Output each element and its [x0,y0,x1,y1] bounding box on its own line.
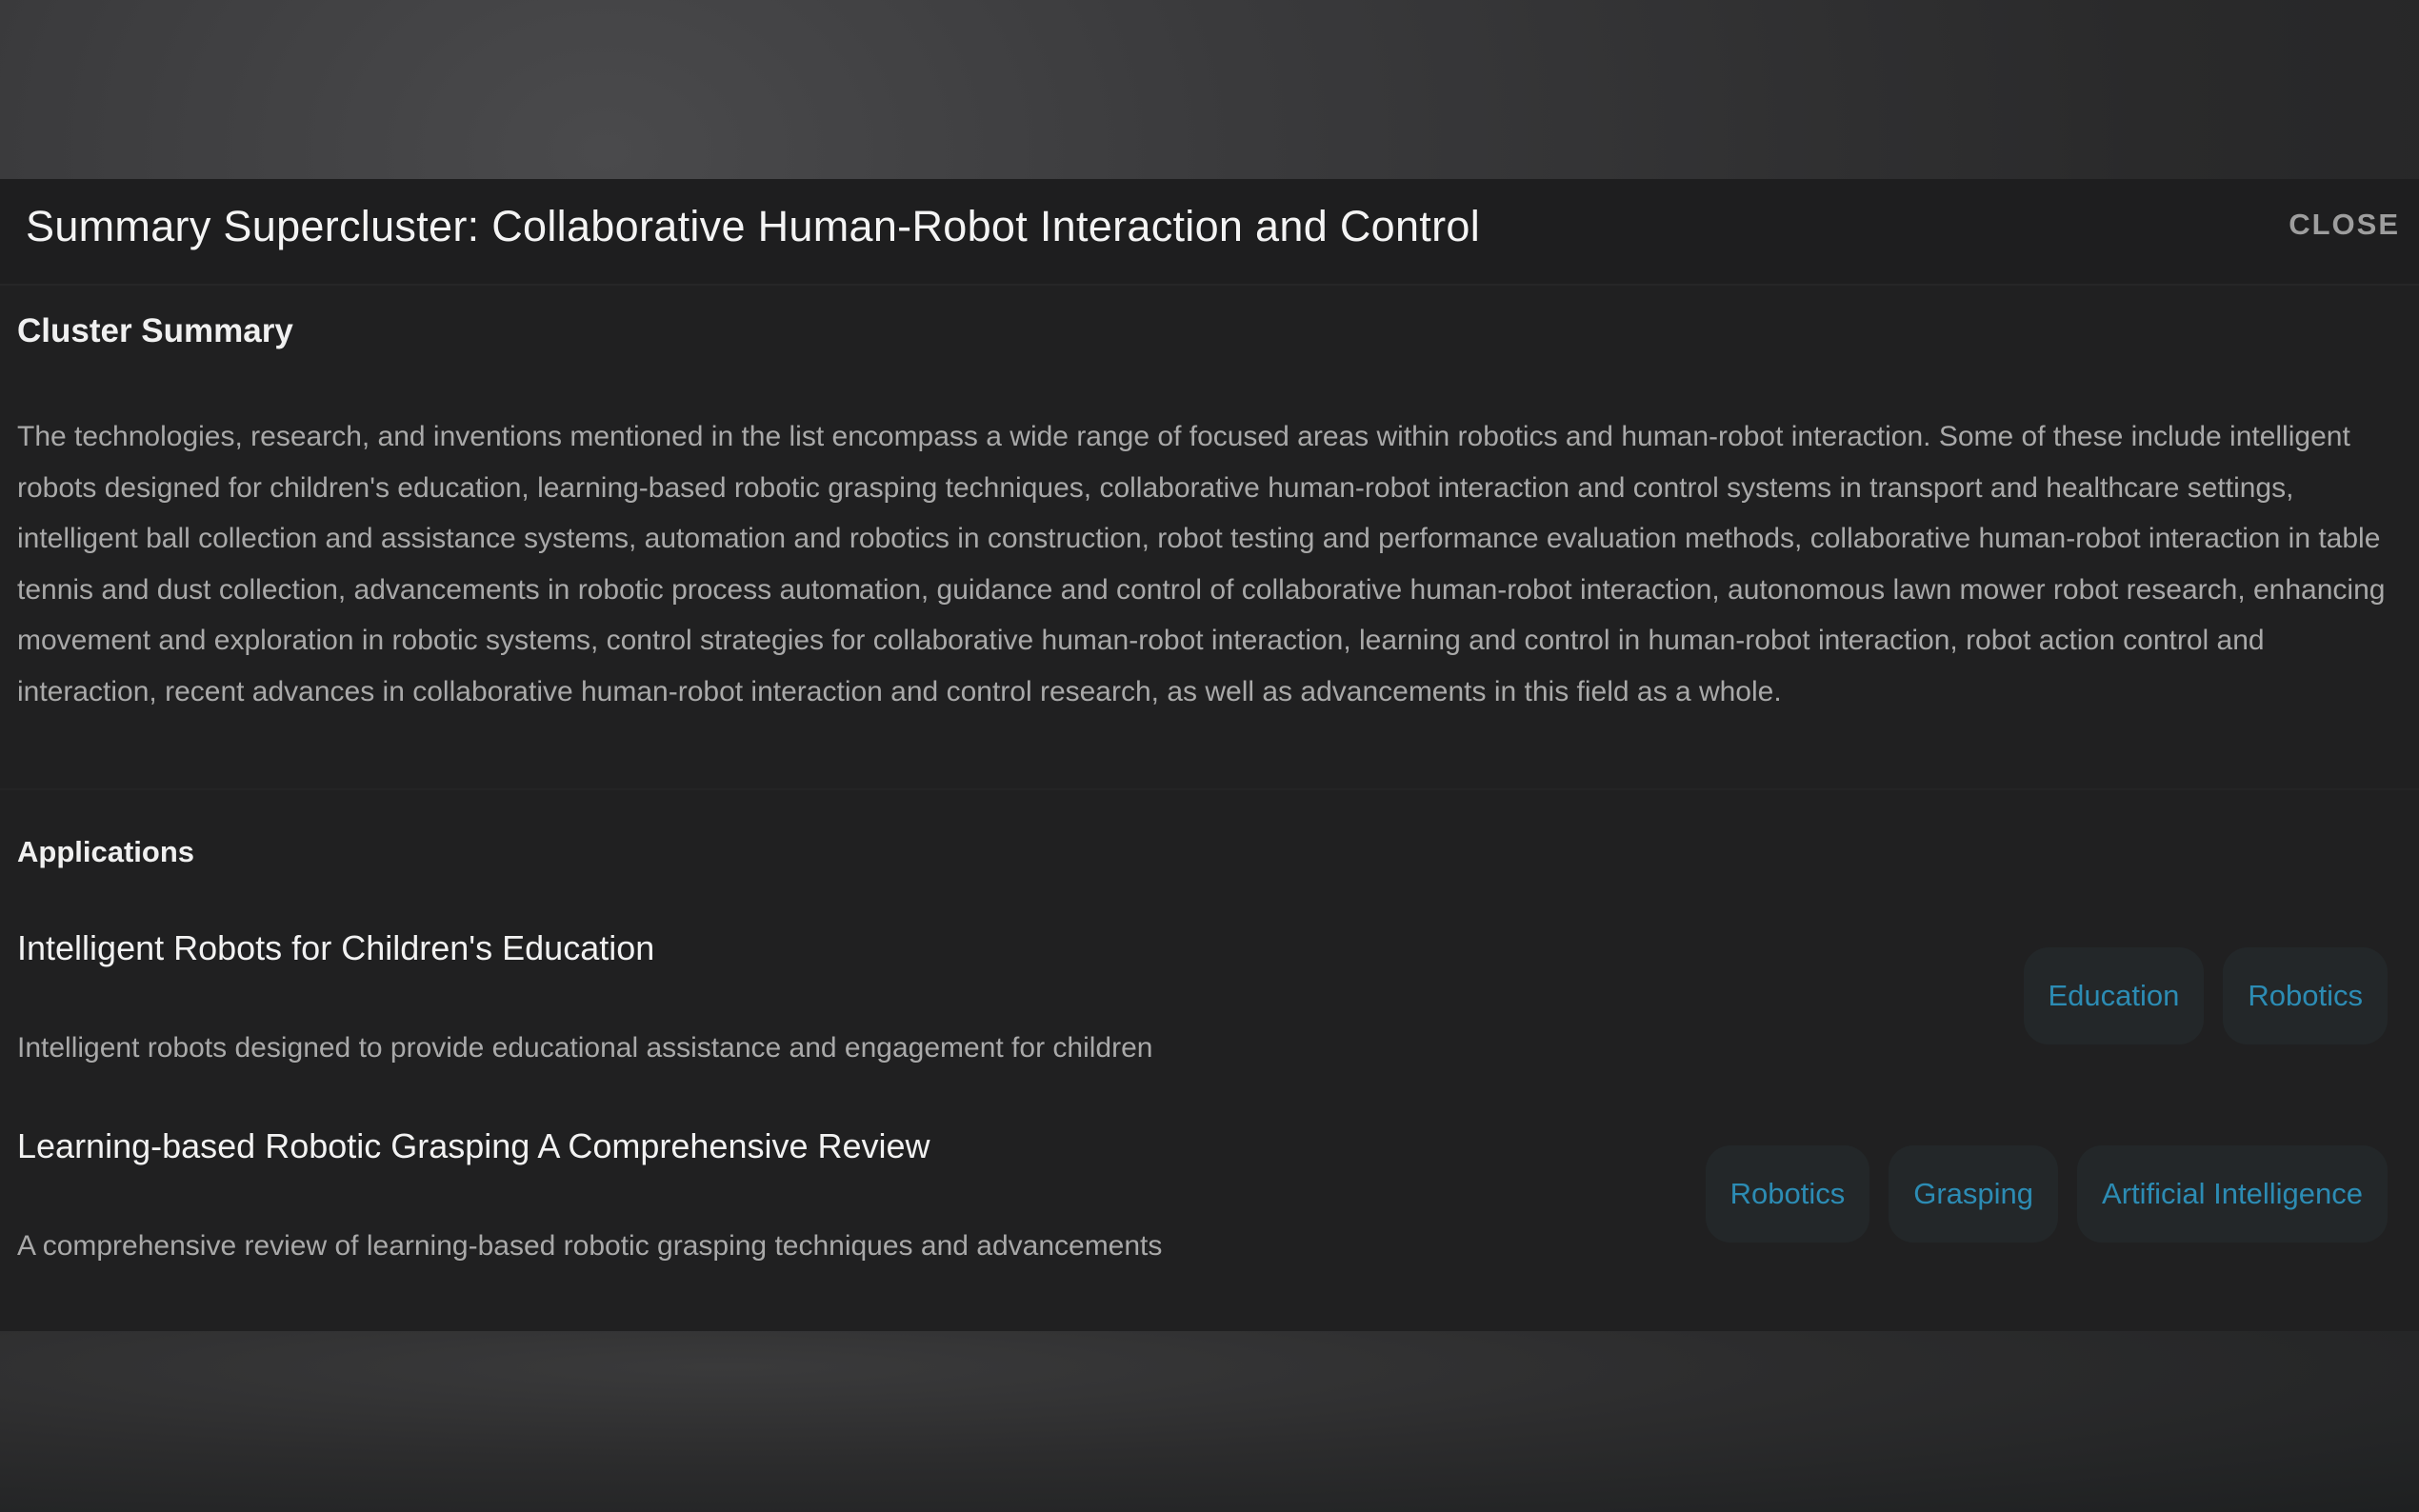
application-name: Learning-based Robotic Grasping A Compre… [17,1126,930,1165]
tag-robotics[interactable]: Robotics [1705,1145,1870,1243]
close-button[interactable]: CLOSE [2289,208,2400,242]
applications-heading: Applications [17,835,195,868]
tag-list: Robotics Grasping Artificial Intelligenc… [1705,1145,2388,1243]
application-description: Intelligent robots designed to provide e… [17,1032,1153,1064]
application-item: Learning-based Robotic Grasping A Compre… [0,1126,2419,1317]
dialog-title: Summary Supercluster: Collaborative Huma… [26,202,1480,250]
application-description: A comprehensive review of learning-based… [17,1230,1163,1262]
cluster-summary-text: The technologies, research, and inventio… [17,421,2386,707]
section-divider [0,788,2419,790]
tag-grasping[interactable]: Grasping [1889,1145,2059,1243]
tag-robotics[interactable]: Robotics [2223,947,2388,1044]
application-name: Intelligent Robots for Children's Educat… [17,928,655,967]
cluster-summary-heading: Cluster Summary [17,312,293,349]
tag-list: Education Robotics [2023,947,2388,1044]
tag-artificial-intelligence[interactable]: Artificial Intelligence [2077,1145,2388,1243]
application-item: Intelligent Robots for Children's Educat… [0,928,2419,1119]
modal-backdrop[interactable] [0,1331,2419,1512]
tag-education[interactable]: Education [2023,947,2205,1044]
summary-dialog: Summary Supercluster: Collaborative Huma… [0,179,2419,1331]
dialog-header: Summary Supercluster: Collaborative Huma… [0,179,2419,286]
